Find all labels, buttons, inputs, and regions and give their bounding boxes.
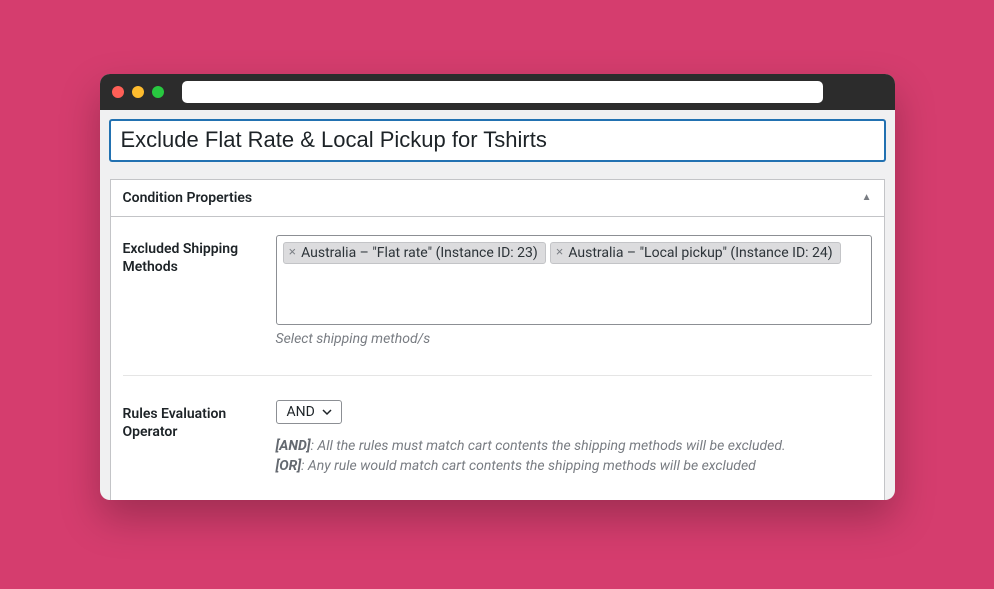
chevron-down-icon xyxy=(321,406,333,418)
excluded-shipping-label: Excluded Shipping Methods xyxy=(123,235,258,347)
tag-label: Australia – "Flat rate" (Instance ID: 23… xyxy=(301,244,538,262)
post-title-input[interactable] xyxy=(110,120,885,161)
close-window-button[interactable] xyxy=(112,86,124,98)
rules-operator-description: [AND]: All the rules must match cart con… xyxy=(276,436,872,477)
remove-tag-icon[interactable]: × xyxy=(553,244,567,261)
panel-title: Condition Properties xyxy=(123,190,253,206)
rules-operator-label: Rules Evaluation Operator xyxy=(123,400,258,477)
or-prefix: [OR] xyxy=(276,458,302,474)
and-text: : All the rules must match cart contents… xyxy=(311,438,786,454)
tag-label: Australia – "Local pickup" (Instance ID:… xyxy=(568,244,832,262)
condition-properties-header[interactable]: Condition Properties ▲ xyxy=(111,180,884,217)
or-text: : Any rule would match cart contents the… xyxy=(301,458,756,474)
remove-tag-icon[interactable]: × xyxy=(286,244,300,261)
excluded-shipping-row: Excluded Shipping Methods × Australia – … xyxy=(123,235,872,347)
shipping-method-tag: × Australia – "Flat rate" (Instance ID: … xyxy=(283,242,546,264)
excluded-shipping-hint: Select shipping method/s xyxy=(276,331,872,347)
browser-window: Condition Properties ▲ Excluded Shipping… xyxy=(100,74,895,500)
shipping-method-tag: × Australia – "Local pickup" (Instance I… xyxy=(550,242,841,264)
window-controls xyxy=(112,86,164,98)
panel-body: Excluded Shipping Methods × Australia – … xyxy=(111,217,884,501)
rules-operator-row: Rules Evaluation Operator AND [AND]: All… xyxy=(123,375,872,477)
rules-operator-select[interactable]: AND xyxy=(276,400,342,424)
rules-operator-value: AND xyxy=(287,404,315,420)
excluded-shipping-field: × Australia – "Flat rate" (Instance ID: … xyxy=(276,235,872,347)
excluded-shipping-select[interactable]: × Australia – "Flat rate" (Instance ID: … xyxy=(276,235,872,325)
titlebar xyxy=(100,74,895,110)
condition-properties-panel: Condition Properties ▲ Excluded Shipping… xyxy=(110,179,885,501)
collapse-icon: ▲ xyxy=(862,192,872,203)
maximize-window-button[interactable] xyxy=(152,86,164,98)
and-prefix: [AND] xyxy=(276,438,311,454)
page-content: Condition Properties ▲ Excluded Shipping… xyxy=(100,110,895,500)
url-bar[interactable] xyxy=(182,81,823,103)
rules-operator-field: AND [AND]: All the rules must match cart… xyxy=(276,400,872,477)
minimize-window-button[interactable] xyxy=(132,86,144,98)
